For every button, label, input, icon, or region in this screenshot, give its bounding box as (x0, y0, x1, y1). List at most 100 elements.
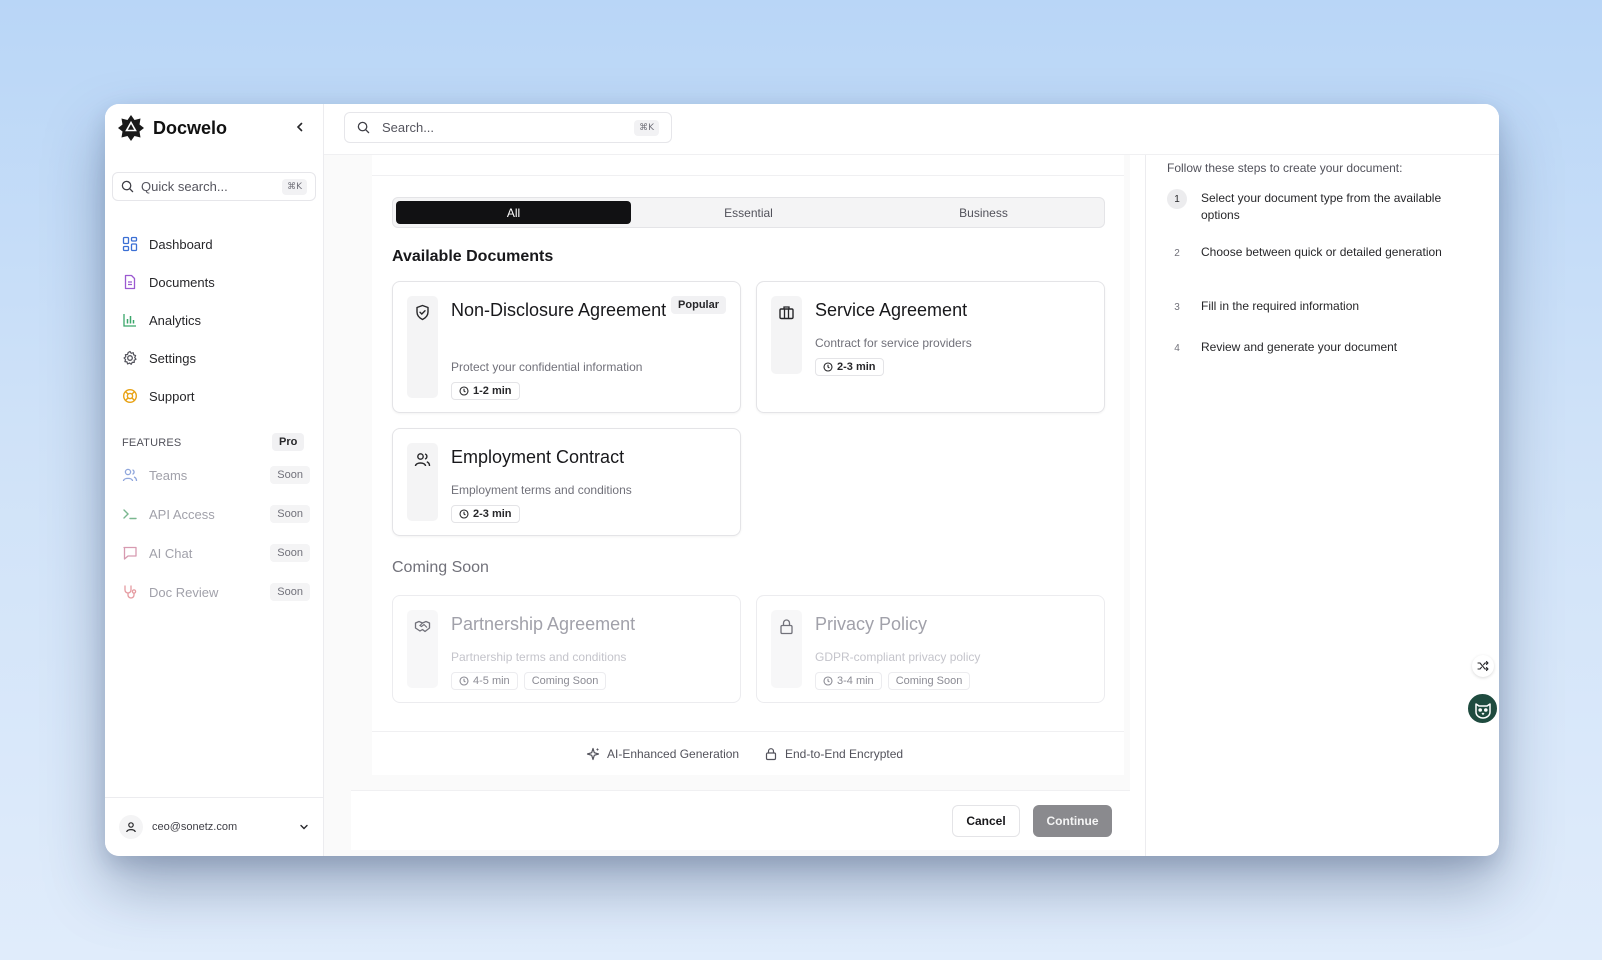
shield-check-icon (416, 304, 429, 321)
card-description: Contract for service providers (815, 336, 972, 350)
chat-icon (123, 546, 137, 560)
search-icon (357, 121, 370, 134)
feature-label: AI Chat (149, 545, 193, 561)
trust-ai-enhanced: AI-Enhanced Generation (586, 747, 739, 761)
card-meta: 1-2 min (451, 382, 520, 400)
card-description: Employment terms and conditions (451, 483, 632, 497)
lock-icon (780, 619, 793, 635)
document-card-privacy-policy: Privacy Policy GDPR-compliant privacy po… (756, 595, 1105, 703)
lifebuoy-icon (122, 388, 138, 404)
assistant-owl-button[interactable] (1466, 692, 1499, 725)
guide-step: 3 Fill in the required information (1167, 297, 1467, 317)
document-card-nda[interactable]: Non-Disclosure Agreement Popular Protect… (392, 281, 741, 413)
divider (372, 731, 1124, 732)
feature-item-doc-review[interactable]: Doc Review Soon (112, 577, 316, 607)
time-estimate: 3-4 min (837, 675, 874, 687)
time-pill: 2-3 min (451, 505, 520, 523)
tab-essential[interactable]: Essential (631, 201, 866, 224)
nav-label: Dashboard (149, 236, 213, 252)
tab-all[interactable]: All (396, 201, 631, 224)
sidebar: Docwelo Quick search... ⌘K Dashboard Doc… (105, 104, 324, 856)
search-input[interactable]: Search... ⌘K (344, 112, 672, 143)
trust-label: End-to-End Encrypted (785, 747, 904, 761)
continue-button[interactable]: Continue (1033, 805, 1112, 837)
brand-logo-icon (118, 115, 144, 141)
time-pill: 2-3 min (815, 358, 884, 376)
document-selection-panel: All Essential Business Available Documen… (372, 155, 1124, 775)
card-icon-bg (407, 610, 438, 688)
clock-icon (823, 362, 833, 372)
card-title: Partnership Agreement (451, 614, 636, 634)
card-meta: 2-3 min (815, 358, 884, 376)
bar-chart-icon (123, 314, 136, 327)
soon-badge: Soon (270, 505, 310, 523)
nav-item-documents[interactable]: Documents (112, 263, 316, 301)
document-card-partnership-agreement: Partnership Agreement Partnership terms … (392, 595, 741, 703)
document-card-employment-contract[interactable]: Employment Contract Employment terms and… (392, 428, 741, 536)
card-icon-bg (407, 296, 438, 398)
document-card-service-agreement[interactable]: Service Agreement Contract for service p… (756, 281, 1105, 413)
top-bar: Search... ⌘K (324, 104, 1499, 155)
features-section-label: FEATURES (122, 437, 182, 449)
search-icon (121, 180, 134, 193)
card-icon-bg (407, 443, 438, 521)
users-icon (122, 468, 138, 482)
brand-name: Docwelo (153, 117, 228, 138)
steps-guide-panel: Follow these steps to create your docume… (1145, 155, 1499, 856)
coming-soon-pill: Coming Soon (523, 672, 607, 690)
main-content: All Essential Business Available Documen… (324, 155, 1130, 856)
coming-soon-title: Coming Soon (392, 559, 489, 576)
card-description: Protect your confidential information (451, 360, 643, 374)
time-estimate: 4-5 min (473, 675, 510, 687)
guide-step: 1 Select your document type from the ava… (1167, 189, 1467, 224)
time-estimate: 2-3 min (473, 508, 512, 520)
feature-label: Teams (149, 467, 188, 483)
feature-item-teams[interactable]: Teams Soon (112, 460, 316, 490)
time-pill: 3-4 min (815, 672, 882, 690)
owl-icon (1474, 702, 1491, 719)
clock-icon (459, 509, 469, 519)
quick-search-input[interactable]: Quick search... ⌘K (112, 172, 316, 201)
quick-search-placeholder: Quick search... (141, 179, 228, 194)
soon-badge: Soon (270, 466, 310, 484)
nav-item-dashboard[interactable]: Dashboard (112, 225, 316, 263)
user-menu[interactable]: ceo@sonetz.com (105, 797, 324, 856)
time-pill: 4-5 min (451, 672, 518, 690)
category-tabs: All Essential Business (392, 197, 1105, 228)
user-icon (126, 822, 136, 833)
chevron-left-icon (296, 122, 303, 132)
chevron-down-icon (300, 824, 308, 830)
feature-item-ai-chat[interactable]: AI Chat Soon (112, 538, 316, 568)
feature-label: Doc Review (149, 584, 219, 600)
trust-encrypted: End-to-End Encrypted (764, 747, 903, 761)
main-nav: Dashboard Documents Analytics Settings S… (112, 225, 316, 415)
nav-label: Documents (149, 274, 215, 290)
card-description: GDPR-compliant privacy policy (815, 650, 981, 664)
nav-item-analytics[interactable]: Analytics (112, 301, 316, 339)
brand[interactable]: Docwelo (117, 112, 227, 144)
nav-item-settings[interactable]: Settings (112, 339, 316, 377)
card-meta: 3-4 min Coming Soon (815, 672, 971, 690)
feature-item-api-access[interactable]: API Access Soon (112, 499, 316, 529)
collapse-sidebar-button[interactable] (291, 118, 309, 136)
nav-label: Analytics (149, 312, 202, 328)
nav-label: Support (149, 388, 195, 404)
clock-icon (823, 676, 833, 686)
card-title: Non-Disclosure Agreement (451, 300, 667, 320)
briefcase-icon (779, 306, 794, 320)
shuffle-button[interactable] (1472, 655, 1494, 677)
clock-icon (459, 386, 469, 396)
step-text: Select your document type from the avail… (1201, 191, 1442, 222)
card-icon-bg (771, 610, 802, 688)
sparkles-icon (586, 747, 600, 761)
cancel-button[interactable]: Cancel (952, 805, 1020, 837)
clock-icon (459, 676, 469, 686)
soon-badge: Soon (270, 544, 310, 562)
card-meta: 4-5 min Coming Soon (451, 672, 607, 690)
nav-item-support[interactable]: Support (112, 377, 316, 415)
card-title: Service Agreement (815, 300, 968, 320)
guide-step: 4 Review and generate your document (1167, 338, 1467, 358)
terminal-icon (123, 509, 137, 520)
tab-business[interactable]: Business (866, 201, 1101, 224)
avatar (119, 815, 143, 839)
